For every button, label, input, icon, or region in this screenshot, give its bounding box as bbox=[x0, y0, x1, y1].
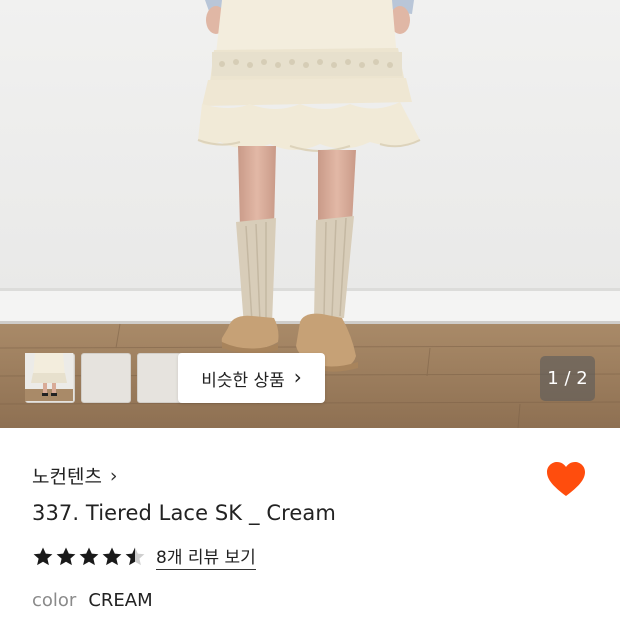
heart-icon bbox=[547, 462, 585, 496]
chevron-right-icon: › bbox=[293, 365, 302, 389]
star-icon bbox=[79, 547, 99, 565]
brand-name: 노컨텐츠 bbox=[32, 466, 102, 488]
rating-stars bbox=[32, 546, 146, 568]
star-icon bbox=[102, 547, 122, 565]
similar-products-button[interactable]: 비슷한 상품 › bbox=[178, 353, 325, 403]
review-link[interactable]: 8개 리뷰 보기 bbox=[156, 543, 256, 570]
brand-link[interactable]: 노컨텐츠 › bbox=[32, 462, 118, 489]
star-icon bbox=[125, 547, 145, 565]
image-counter: 1 / 2 bbox=[540, 356, 595, 401]
star-icon bbox=[33, 547, 53, 565]
wishlist-button[interactable] bbox=[546, 460, 586, 500]
option-label: color bbox=[32, 590, 77, 611]
option-value: CREAM bbox=[88, 590, 153, 611]
rating-row: 8개 리뷰 보기 bbox=[32, 543, 256, 570]
thumbnail-strip bbox=[25, 353, 187, 403]
product-title: 337. Tiered Lace SK _ Cream bbox=[32, 501, 336, 525]
product-image[interactable]: 비슷한 상품 › 1 / 2 bbox=[0, 0, 620, 428]
option-row: color CREAM bbox=[32, 590, 153, 611]
chevron-right-icon: › bbox=[109, 464, 118, 487]
star-icon bbox=[56, 547, 76, 565]
similar-products-label: 비슷한 상품 bbox=[201, 370, 285, 391]
thumbnail-2[interactable] bbox=[25, 353, 131, 403]
